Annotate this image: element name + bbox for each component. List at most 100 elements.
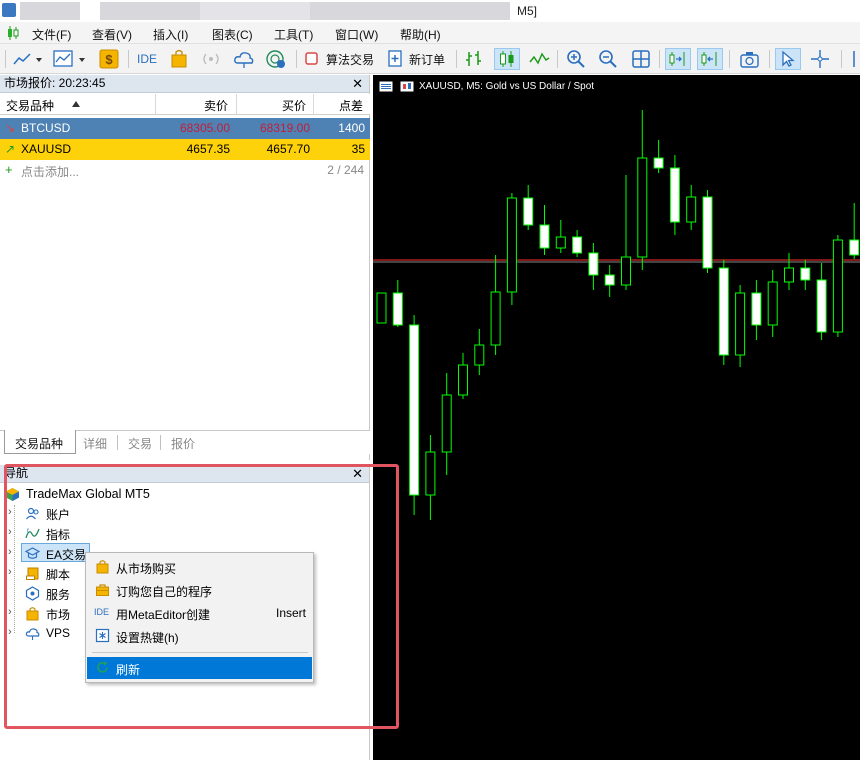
candle xyxy=(458,353,468,399)
column-header-bid[interactable]: 卖价 xyxy=(204,97,228,114)
algo-trading-label: 算法交易 xyxy=(326,52,375,67)
tab-ticks[interactable]: 报价 xyxy=(171,435,195,452)
candle-body xyxy=(588,252,599,276)
toolbar-separator xyxy=(296,50,297,68)
column-divider xyxy=(313,94,314,115)
market-watch-column-headers: 交易品种 卖价 买价 点差 xyxy=(0,94,370,115)
ide-button[interactable]: IDE xyxy=(137,48,157,70)
row-ask: 68319.00 xyxy=(259,121,310,135)
candle xyxy=(637,110,648,270)
candle-body xyxy=(653,157,664,169)
chart-window[interactable]: XAUUSD, M5: Gold vs US Dollar / Spot xyxy=(373,75,860,760)
candle xyxy=(653,140,664,173)
tab-symbols[interactable]: 交易品种 xyxy=(15,435,63,452)
algo-trading-button[interactable]: 算法交易 xyxy=(304,48,374,70)
candle-body xyxy=(458,364,468,396)
stop-square-icon xyxy=(305,52,318,65)
menu-charts[interactable]: 图表(C) xyxy=(212,26,253,43)
tile-windows-button[interactable] xyxy=(630,48,652,70)
signals-button[interactable] xyxy=(200,48,222,70)
app-icon xyxy=(2,3,16,17)
crosshair-button[interactable] xyxy=(809,48,831,70)
candle-body xyxy=(702,196,713,269)
close-icon[interactable]: ✕ xyxy=(352,75,363,92)
column-header-symbol[interactable]: 交易品种 xyxy=(6,97,54,114)
chart-shift-icon xyxy=(701,52,717,66)
add-symbol-label: 点击添加... xyxy=(21,165,80,179)
zoom-in-button[interactable] xyxy=(565,48,587,70)
menu-bar: 文件(F) 查看(V) 插入(I) 图表(C) 工具(T) 窗口(W) 帮助(H… xyxy=(0,22,860,44)
line-zigzag-icon xyxy=(529,52,550,65)
candle-body xyxy=(409,324,420,496)
candlestick-chart-button[interactable] xyxy=(494,48,520,70)
candle-body xyxy=(669,167,680,223)
candle-body xyxy=(718,267,729,356)
table-row[interactable]: ↗ XAUUSD 4657.35 4657.70 35 xyxy=(0,139,370,160)
candle-body xyxy=(506,197,517,293)
zoom-out-button[interactable] xyxy=(597,48,619,70)
candle-body xyxy=(539,224,550,249)
table-row[interactable]: ↘ BTCUSD 68305.00 68319.00 1400 xyxy=(0,118,370,139)
tab-trading[interactable]: 交易 xyxy=(128,435,152,452)
vertical-line-icon xyxy=(853,51,855,67)
camera-icon xyxy=(740,52,759,68)
symbol-count: 2 / 244 xyxy=(327,163,364,177)
cursor-button[interactable] xyxy=(775,48,801,70)
column-header-ask[interactable]: 买价 xyxy=(282,97,306,114)
line-chart-dropdown-button[interactable] xyxy=(12,48,42,70)
new-order-label: 新订单 xyxy=(409,52,446,67)
candle-body xyxy=(376,292,387,324)
tab-details[interactable]: 详细 xyxy=(83,435,107,452)
screenshot-button[interactable] xyxy=(738,48,762,70)
window-title: M5] xyxy=(517,4,538,18)
indicators-dropdown-button[interactable] xyxy=(52,48,90,70)
row-bid: 68305.00 xyxy=(156,121,230,135)
market-bag-button[interactable] xyxy=(168,48,190,70)
row-bid: 4657.35 xyxy=(186,142,230,156)
chart-shift-button[interactable] xyxy=(697,48,723,70)
candle xyxy=(539,205,550,255)
menu-file[interactable]: 文件(F) xyxy=(32,26,71,43)
menu-tools[interactable]: 工具(T) xyxy=(274,26,313,43)
menu-window[interactable]: 窗口(W) xyxy=(335,26,378,43)
menu-insert[interactable]: 插入(I) xyxy=(153,26,188,43)
vertical-line-button[interactable] xyxy=(848,48,860,70)
blurred-title xyxy=(20,2,80,20)
tab-separator xyxy=(160,435,161,450)
candle xyxy=(555,220,566,253)
candle xyxy=(409,315,420,515)
toolbar-grip xyxy=(5,50,6,68)
market-watch-panel: 市场报价: 20:23:45 ✕ 交易品种 卖价 买价 点差 ↘ BTCUSD … xyxy=(0,75,370,460)
bar-chart-icon xyxy=(466,51,481,66)
bar-chart-button[interactable] xyxy=(463,48,485,70)
price-up-arrow-icon: ↗ xyxy=(5,142,16,156)
price-down-arrow-icon: ↘ xyxy=(5,121,16,135)
column-divider xyxy=(155,94,156,115)
market-watch-tabs: 交易品种 详细 交易 报价 xyxy=(0,430,370,454)
candle-body xyxy=(425,451,436,496)
new-order-button[interactable]: 新订单 xyxy=(387,48,445,70)
column-header-spread[interactable]: 点差 xyxy=(339,97,363,114)
menu-view[interactable]: 查看(V) xyxy=(92,26,132,43)
candle-body xyxy=(441,394,452,453)
line-chart-button[interactable] xyxy=(528,48,550,70)
candle xyxy=(376,292,387,324)
chart-candle-icon[interactable] xyxy=(6,25,20,41)
vps-button[interactable] xyxy=(232,48,256,70)
dollar-icon: $ xyxy=(99,49,119,69)
menu-help[interactable]: 帮助(H) xyxy=(400,26,441,43)
candle-body xyxy=(555,236,566,249)
add-symbol-row[interactable]: + 点击添加... 2 / 244 xyxy=(0,160,370,181)
toolbar-separator xyxy=(841,50,842,68)
signal-broadcast-icon xyxy=(203,53,219,65)
candle-body xyxy=(849,239,860,256)
candle xyxy=(718,260,729,365)
market-button[interactable]: $ xyxy=(98,48,120,70)
row-symbol: BTCUSD xyxy=(21,121,71,135)
candle xyxy=(392,280,403,327)
community-button[interactable] xyxy=(264,48,288,70)
auto-scroll-button[interactable] xyxy=(665,48,691,70)
sort-ascending-icon xyxy=(72,101,80,107)
indicator-chart-icon xyxy=(53,50,85,67)
toolbar-separator xyxy=(659,50,660,68)
